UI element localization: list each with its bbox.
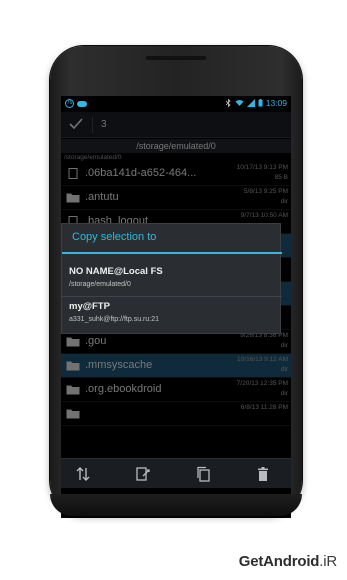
phone-screen: 76 13:09 3 .06ba141d-a652-464... 10/17/1… <box>61 96 291 518</box>
destination-option-local-fs[interactable]: NO NAME@Local FS /storage/emulated/0 <box>62 262 282 296</box>
copy-icon[interactable] <box>195 466 211 482</box>
status-bar: 76 13:09 <box>61 96 291 112</box>
bottom-toolbar <box>61 458 291 488</box>
destination-title: my@FTP <box>69 301 110 312</box>
edit-icon[interactable] <box>135 466 151 482</box>
signal-icon <box>246 99 255 107</box>
wifi-icon <box>235 99 244 106</box>
delete-icon[interactable] <box>255 466 271 482</box>
copy-selection-dialog: Copy selection to NO NAME@Local FS /stor… <box>61 223 282 334</box>
dialog-title-divider <box>62 252 282 254</box>
destination-option-ftp[interactable]: my@FTP a331_suhk@ftp://ftp.su.ru:21 <box>62 297 282 331</box>
destination-subtitle: /storage/emulated/0 <box>69 281 131 288</box>
phone-chin <box>50 494 302 516</box>
watermark-brand: GetAndroid <box>238 553 320 570</box>
watermark-suffix: .iR <box>319 553 337 570</box>
dialog-title: Copy selection to <box>72 231 157 243</box>
phone-device: 76 13:09 3 .06ba141d-a652-464... 10/17/1… <box>50 46 302 518</box>
destination-subtitle: a331_suhk@ftp://ftp.su.ru:21 <box>69 316 159 323</box>
phone-speaker <box>146 56 206 60</box>
sort-icon[interactable] <box>75 466 91 482</box>
bluetooth-icon <box>225 99 231 107</box>
watermark: GetAndroid.iR <box>239 553 337 570</box>
notification-badge-icon: 76 <box>65 99 74 108</box>
battery-icon <box>258 99 263 107</box>
destination-title: NO NAME@Local FS <box>69 266 163 277</box>
clock: 13:09 <box>265 98 287 108</box>
cloud-icon <box>77 101 87 107</box>
